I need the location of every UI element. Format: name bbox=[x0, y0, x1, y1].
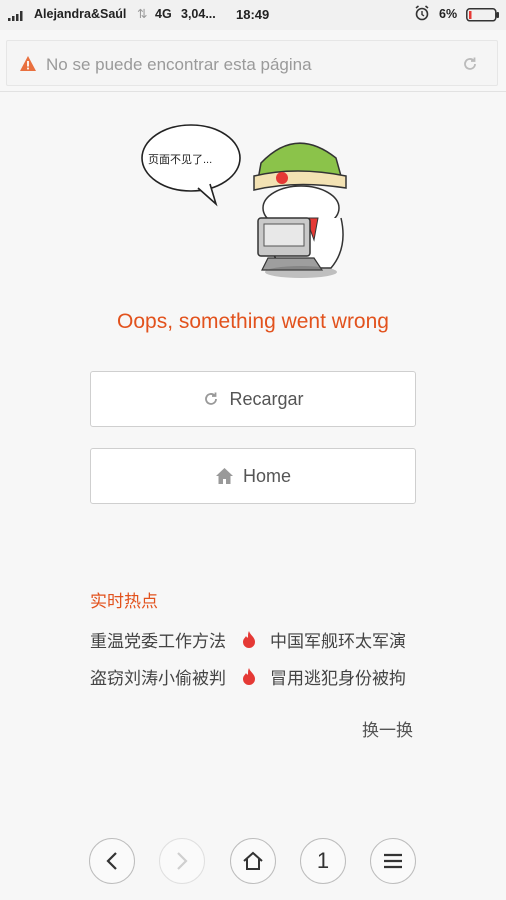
chevron-right-icon bbox=[177, 852, 188, 870]
network-speed: 3,04... bbox=[181, 7, 216, 21]
forward-button[interactable] bbox=[159, 838, 205, 884]
chevron-left-icon bbox=[106, 852, 117, 870]
error-title: Oops, something went wrong bbox=[117, 310, 389, 333]
bottom-toolbar: 1 bbox=[0, 822, 506, 900]
menu-icon bbox=[384, 853, 402, 869]
carrier-name: Alejandra&Saúl bbox=[34, 7, 127, 21]
menu-button[interactable] bbox=[370, 838, 416, 884]
hot-topic-link[interactable]: 重温党委工作方法 bbox=[90, 627, 226, 652]
mascot-illustration bbox=[141, 124, 347, 278]
refresh-icon[interactable] bbox=[461, 55, 479, 78]
refresh-icon bbox=[202, 390, 220, 408]
warning-icon bbox=[19, 55, 37, 77]
address-bar[interactable]: No se puede encontrar esta página bbox=[6, 40, 498, 86]
tabs-button[interactable]: 1 bbox=[300, 838, 346, 884]
fire-icon bbox=[242, 630, 256, 653]
divider bbox=[0, 91, 506, 92]
signal-icon bbox=[8, 9, 26, 24]
battery-icon bbox=[466, 8, 500, 25]
back-button[interactable] bbox=[89, 838, 135, 884]
home-icon bbox=[243, 851, 263, 870]
hot-topic-link[interactable]: 中国军舰环太军演 bbox=[270, 627, 406, 652]
home-button-label: Home bbox=[242, 465, 291, 486]
address-text[interactable]: No se puede encontrar esta página bbox=[46, 55, 312, 75]
home-icon bbox=[215, 467, 234, 485]
reload-button-label: Recargar bbox=[229, 388, 304, 409]
home-nav-button[interactable] bbox=[230, 838, 276, 884]
alarm-icon bbox=[414, 5, 430, 24]
battery-percent: 6% bbox=[439, 7, 458, 21]
hot-topic-link[interactable]: 盗窃刘涛小偷被判 bbox=[90, 664, 226, 689]
clock: 18:49 bbox=[236, 7, 270, 22]
status-bar: Alejandra&Saúl ⇅ 4G 3,04... 18:49 6% bbox=[0, 0, 506, 30]
hot-topic-link[interactable]: 冒用逃犯身份被拘 bbox=[270, 664, 406, 689]
data-activity-icon: ⇅ bbox=[137, 7, 148, 21]
network-type: 4G bbox=[155, 7, 172, 21]
home-button[interactable]: Home bbox=[90, 448, 416, 504]
speech-bubble-text: 页面不见了... bbox=[148, 154, 213, 166]
reload-button[interactable]: Recargar bbox=[90, 371, 416, 427]
shuffle-link[interactable]: 换一换 bbox=[362, 716, 413, 741]
tabs-count: 1 bbox=[316, 848, 330, 873]
hot-topics-title: 实时热点 bbox=[90, 592, 158, 611]
fire-icon bbox=[242, 667, 256, 690]
